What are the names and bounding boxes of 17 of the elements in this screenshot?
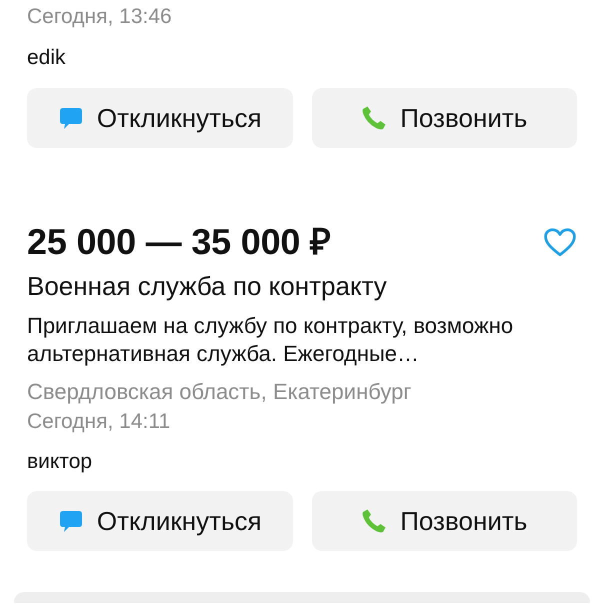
call-button[interactable]: Позвонить (312, 88, 577, 148)
call-button[interactable]: Позвонить (312, 491, 577, 551)
chat-bubble-icon (58, 508, 84, 534)
salary-range: 25 000 — 35 000 ₽ (27, 222, 331, 262)
phone-icon (361, 508, 388, 534)
heart-icon[interactable] (544, 228, 576, 256)
posted-date: Сегодня, 14:11 (27, 409, 170, 435)
author-name: edik (27, 45, 66, 71)
job-title[interactable]: Военная служба по контракту (27, 271, 387, 301)
author-name: виктор (27, 449, 92, 475)
location-text: Свердловская область, Екатеринбург (27, 379, 412, 405)
respond-button[interactable]: Откликнуться (27, 88, 292, 148)
job-description: Приглашаем на службу по контракту, возможно альтернативная служба. Ежегодные… (27, 312, 514, 368)
posted-date: Сегодня, 13:46 (27, 5, 172, 29)
phone-icon (361, 105, 388, 131)
chat-bubble-icon (58, 105, 84, 131)
respond-button[interactable]: Откликнуться (27, 491, 292, 551)
